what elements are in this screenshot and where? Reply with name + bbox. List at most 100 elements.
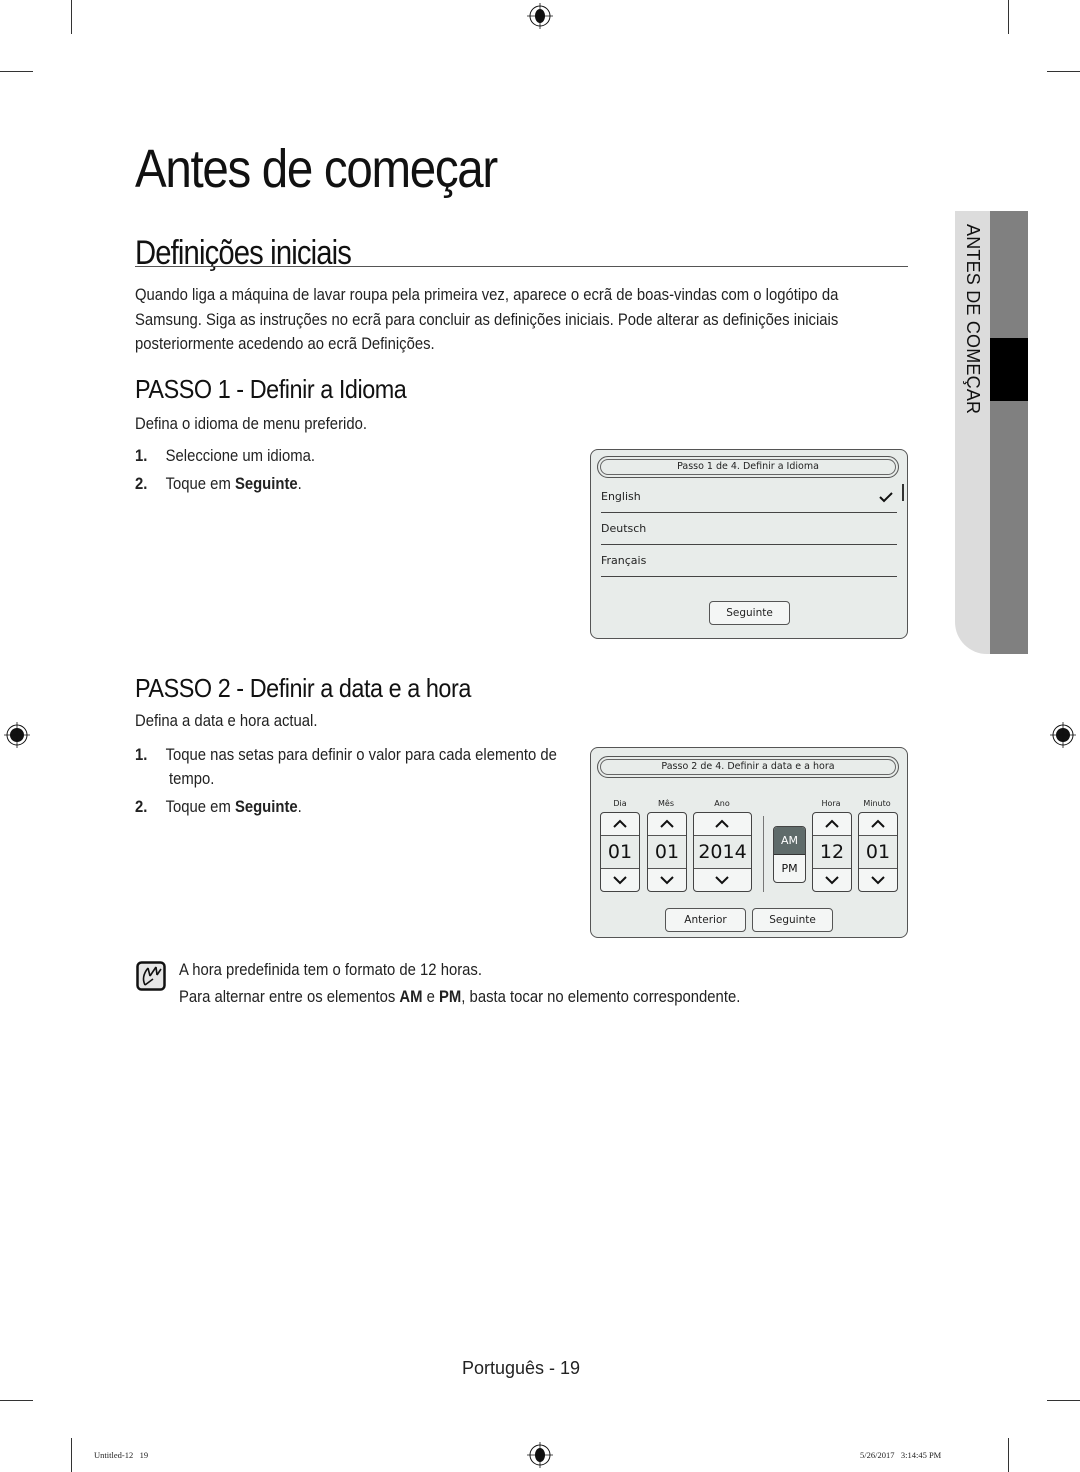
- crop-mark: [0, 71, 33, 72]
- hour-spinner: 12: [812, 812, 852, 892]
- chevron-up-icon: [715, 819, 729, 828]
- step2-heading: PASSO 2 - Definir a data e a hora: [135, 673, 471, 703]
- month-down-button[interactable]: [648, 868, 686, 891]
- field-label-day: Dia: [613, 799, 627, 808]
- note-bold-am: AM: [399, 988, 423, 1006]
- field-label-hour: Hora: [821, 799, 841, 808]
- item-text: Toque nas setas para definir o valor par…: [165, 746, 557, 764]
- crop-mark: [71, 1438, 72, 1472]
- note-text: e: [422, 988, 440, 1006]
- next-button[interactable]: Seguinte: [709, 601, 790, 625]
- chevron-up-icon: [613, 819, 627, 828]
- step2-item-2: 2. Toque em Seguinte.: [135, 798, 302, 817]
- separator: [763, 816, 764, 892]
- pm-button[interactable]: PM: [774, 855, 805, 882]
- previous-button[interactable]: Anterior: [665, 908, 746, 932]
- note-bold-pm: PM: [439, 988, 462, 1006]
- chevron-down-icon: [871, 876, 885, 885]
- crop-mark: [1008, 1438, 1009, 1472]
- item-suffix: .: [297, 798, 302, 816]
- note-line-2: Para alternar entre os elementos AM e PM…: [179, 988, 740, 1007]
- crop-mark: [0, 1400, 33, 1401]
- chevron-down-icon: [715, 876, 729, 885]
- chevron-up-icon: [871, 819, 885, 828]
- language-screen: Passo 1 de 4. Definir a Idioma English D…: [590, 449, 908, 639]
- language-label: Deutsch: [601, 522, 647, 535]
- item-suffix: .: [297, 475, 302, 493]
- hour-down-button[interactable]: [813, 868, 851, 891]
- minute-down-button[interactable]: [859, 868, 897, 891]
- item-bold: Seguinte: [234, 798, 298, 816]
- note-line-1: A hora predefinida tem o formato de 12 h…: [179, 961, 482, 979]
- minute-up-button[interactable]: [859, 813, 897, 836]
- intro-paragraph: Quando liga a máquina de lavar roupa pel…: [135, 286, 839, 353]
- day-down-button[interactable]: [601, 868, 639, 891]
- chevron-down-icon: [825, 876, 839, 885]
- year-down-button[interactable]: [694, 868, 751, 891]
- side-tab-label: ANTES DE COMEÇAR: [963, 224, 983, 415]
- file-info: Untitled-12 19: [94, 1450, 149, 1460]
- year-spinner: 2014: [693, 812, 752, 892]
- item-text: Toque em: [165, 475, 235, 493]
- crop-mark: [1047, 71, 1080, 72]
- month-up-button[interactable]: [648, 813, 686, 836]
- language-label: English: [601, 490, 641, 503]
- field-label-minute: Minuto: [863, 799, 891, 808]
- item-number: 1.: [135, 447, 148, 465]
- day-spinner: 01: [600, 812, 640, 892]
- year-up-button[interactable]: [694, 813, 751, 836]
- side-tab-marker: [990, 338, 1028, 401]
- scrollbar[interactable]: [902, 484, 904, 501]
- hour-value: 12: [813, 836, 851, 869]
- item-text: Seleccione um idioma.: [165, 447, 315, 465]
- step2-item-1: 1. Toque nas setas para definir o valor p…: [135, 746, 557, 765]
- registration-mark-icon: [4, 722, 30, 748]
- chevron-down-icon: [613, 876, 627, 885]
- step2-description: Defina a data e hora actual.: [135, 712, 318, 730]
- crop-mark: [1047, 1400, 1080, 1401]
- month-spinner: 01: [647, 812, 687, 892]
- item-number: 1.: [135, 746, 148, 764]
- datetime-screen: Passo 2 de 4. Definir a data e a hora Di…: [590, 747, 908, 938]
- crop-mark: [1008, 0, 1009, 34]
- crop-mark: [71, 0, 72, 34]
- month-value: 01: [648, 836, 686, 869]
- language-option-francais[interactable]: Français: [601, 545, 897, 577]
- page-number: Português - 19: [461, 1358, 581, 1378]
- year-value: 2014: [694, 836, 751, 869]
- step2-item-1-cont: tempo.: [169, 770, 215, 788]
- day-up-button[interactable]: [601, 813, 639, 836]
- item-text: Toque em: [165, 798, 235, 816]
- chevron-up-icon: [660, 819, 674, 828]
- side-tab-bar: [990, 211, 1028, 654]
- language-option-english[interactable]: English: [601, 481, 897, 513]
- item-bold: Seguinte: [234, 475, 298, 493]
- next-button[interactable]: Seguinte: [752, 908, 833, 932]
- step1-heading: PASSO 1 - Definir a Idioma: [135, 374, 407, 404]
- note-text: , basta tocar no elemento correspondente…: [461, 988, 741, 1006]
- field-label-year: Ano: [714, 799, 730, 808]
- datetime-screen-header: Passo 2 de 4. Definir a data e a hora: [597, 756, 899, 778]
- day-value: 01: [601, 836, 639, 869]
- am-button[interactable]: AM: [774, 827, 805, 855]
- print-timestamp: 5/26/2017 3:14:45 PM: [860, 1450, 942, 1460]
- chevron-down-icon: [660, 876, 674, 885]
- am-pm-toggle: AM PM: [773, 826, 806, 883]
- field-label-month: Mês: [658, 799, 674, 808]
- step1-item-2: 2. Toque em Seguinte.: [135, 475, 302, 494]
- registration-mark-icon: [1050, 722, 1076, 748]
- language-screen-header: Passo 1 de 4. Definir a Idioma: [597, 456, 899, 478]
- language-option-deutsch[interactable]: Deutsch: [601, 513, 897, 545]
- note-text: Para alternar entre os elementos: [179, 988, 400, 1006]
- item-number: 2.: [135, 798, 148, 816]
- language-label: Français: [601, 554, 647, 567]
- registration-mark-icon: [527, 3, 553, 29]
- section-title: Definições iniciais: [135, 234, 352, 272]
- registration-mark-icon: [527, 1442, 553, 1468]
- step1-description: Defina o idioma de menu preferido.: [135, 415, 367, 433]
- page-title: Antes de começar: [135, 139, 498, 199]
- minute-spinner: 01: [858, 812, 898, 892]
- minute-value: 01: [859, 836, 897, 869]
- hour-up-button[interactable]: [813, 813, 851, 836]
- note-icon: [136, 961, 166, 991]
